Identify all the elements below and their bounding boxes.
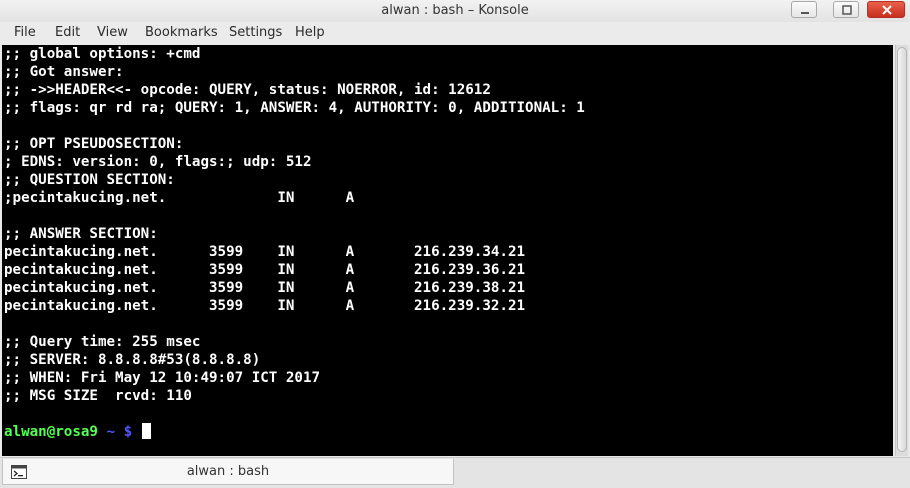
prompt-symbol: $	[123, 424, 133, 440]
menu-settings[interactable]: Settings	[229, 25, 282, 40]
tab-bash[interactable]: alwan : bash	[2, 459, 454, 485]
prompt-user-host: alwan@rosa9	[4, 424, 98, 440]
terminal-line: ;; ->>HEADER<<- opcode: QUERY, status: N…	[4, 82, 491, 98]
terminal-line: ;; Query time: 255 msec	[4, 334, 201, 350]
tab-label: alwan : bash	[186, 464, 270, 479]
terminal-output[interactable]: ;; global options: +cmd ;; Got answer: ;…	[2, 45, 893, 456]
text-cursor	[141, 423, 151, 439]
terminal-line: ;; Got answer:	[4, 64, 124, 80]
terminal-line: ;; MSG SIZE rcvd: 110	[4, 388, 192, 404]
terminal-line: pecintakucing.net. 3599 IN A 216.239.38.…	[4, 280, 526, 296]
menu-file[interactable]: File	[14, 25, 36, 40]
tab-bar: alwan : bash	[0, 457, 910, 488]
minimize-icon	[801, 12, 809, 14]
terminal-line: ;pecintakucing.net. IN A	[4, 190, 355, 206]
maximize-icon	[842, 5, 852, 15]
window-title: alwan : bash – Konsole	[381, 3, 529, 18]
terminal-line: ;; ANSWER SECTION:	[4, 226, 158, 242]
terminal-line: ;; SERVER: 8.8.8.8#53(8.8.8.8)	[4, 352, 261, 368]
terminal-line: ;; flags: qr rd ra; QUERY: 1, ANSWER: 4,…	[4, 100, 585, 116]
konsole-window: alwan : bash – Konsole File Edit View Bo…	[0, 0, 910, 488]
shell-prompt[interactable]: alwan@rosa9 ~ $	[4, 423, 151, 441]
terminal-line: ; EDNS: version: 0, flags:; udp: 512	[4, 154, 312, 170]
terminal-line: ;; OPT PSEUDOSECTION:	[4, 136, 184, 152]
menu-bar: File Edit View Bookmarks Settings Help	[0, 22, 910, 44]
terminal-line: ;; WHEN: Fri May 12 10:49:07 ICT 2017	[4, 370, 321, 386]
menu-view[interactable]: View	[97, 25, 128, 40]
terminal-line: ;; global options: +cmd	[4, 46, 201, 62]
menu-bookmarks[interactable]: Bookmarks	[145, 25, 218, 40]
close-icon	[882, 5, 892, 15]
minimize-button[interactable]	[791, 1, 817, 18]
terminal-line: pecintakucing.net. 3599 IN A 216.239.36.…	[4, 262, 526, 278]
terminal-line: pecintakucing.net. 3599 IN A 216.239.34.…	[4, 244, 526, 260]
terminal-line: ;; QUESTION SECTION:	[4, 172, 175, 188]
menu-edit[interactable]: Edit	[55, 25, 80, 40]
maximize-button[interactable]	[833, 1, 859, 18]
title-bar[interactable]: alwan : bash – Konsole	[0, 0, 910, 22]
vertical-scrollbar[interactable]	[895, 45, 908, 456]
close-button[interactable]	[867, 1, 905, 18]
menu-help[interactable]: Help	[295, 25, 325, 40]
terminal-line: pecintakucing.net. 3599 IN A 216.239.32.…	[4, 298, 526, 314]
prompt-directory: ~	[106, 424, 116, 440]
scrollbar-thumb[interactable]	[897, 47, 907, 452]
